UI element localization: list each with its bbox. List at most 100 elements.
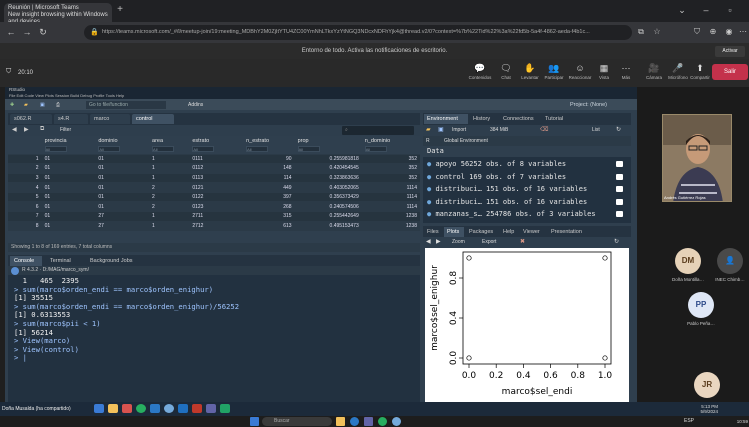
new-tab-icon[interactable]: + (114, 4, 126, 16)
file-explorer-icon[interactable] (336, 417, 345, 426)
env-item[interactable]: ● distribuci… 151 obs. of 16 variables (427, 197, 627, 208)
r-language-selector[interactable]: R (426, 137, 436, 145)
content-button[interactable]: 💬 Contenidos (467, 62, 493, 84)
table-row[interactable]: 2 01 01 1 0112 148 0.420454545 352 (8, 163, 420, 174)
rstudio-icon[interactable] (164, 404, 174, 413)
reload-icon[interactable]: ↻ (37, 26, 49, 38)
table-row[interactable]: 4 01 01 2 0121 449 0.403052065 1114 (8, 182, 420, 193)
edge-icon[interactable] (350, 417, 359, 426)
zoom-button[interactable]: Zoom (452, 238, 478, 247)
system-clock[interactable]: 10:59 (720, 417, 748, 426)
column-filter-input[interactable]: All (192, 146, 215, 153)
participant-avatar[interactable]: JR (694, 372, 720, 398)
participant-avatar[interactable]: DM (675, 248, 701, 274)
column-header[interactable]: prop (294, 136, 362, 146)
project-menu[interactable]: Project: (None) (570, 101, 632, 109)
column-header[interactable]: dominio (95, 136, 150, 146)
windows-start-icon[interactable] (250, 417, 259, 426)
browser-tab-teams[interactable]: Reunión | Microsoft Teams New insight br… (4, 3, 112, 22)
more-icon[interactable]: ⋯ (738, 27, 748, 37)
tab-history[interactable]: History (470, 114, 498, 124)
app-icon[interactable] (122, 404, 132, 413)
file-explorer-icon[interactable] (108, 404, 118, 413)
broom-icon[interactable]: ⌫ (540, 126, 550, 135)
console-output[interactable]: 1 465 2395 > sum(marco$orden_endi == marc… (8, 275, 420, 405)
rstudio-icon[interactable] (392, 417, 401, 426)
column-header[interactable] (8, 136, 42, 146)
column-header[interactable]: area (149, 136, 190, 146)
minimize-icon[interactable]: – (696, 3, 716, 17)
participant-avatar[interactable]: PP (688, 292, 714, 318)
back-icon[interactable]: ◀ (12, 126, 22, 135)
column-header[interactable]: estrato (189, 136, 244, 146)
addins-menu[interactable]: Addins (188, 101, 238, 109)
column-filter-input[interactable]: All (297, 146, 320, 153)
tab-console[interactable]: Console (10, 256, 42, 266)
maximize-icon[interactable]: ▫ (720, 3, 740, 17)
chrome-icon[interactable] (378, 417, 387, 426)
column-filter-input[interactable]: All (44, 146, 67, 153)
tab-files[interactable]: Files (424, 227, 442, 237)
react-button[interactable]: ☺ Reaccionar (567, 62, 593, 84)
tab-s4[interactable]: s4.R (54, 114, 88, 124)
address-bar[interactable]: https://teams.microsoft.com/_#/l/meetup-… (84, 25, 632, 40)
import-dataset-button[interactable]: Import (452, 126, 488, 135)
tab-environment[interactable]: Environment (424, 114, 468, 124)
filter-button[interactable]: Filter (60, 126, 90, 135)
chevron-down-icon[interactable]: ⌄ (672, 3, 692, 17)
save-icon[interactable]: ▣ (40, 101, 50, 109)
goto-file-input[interactable]: Go to file/function (86, 101, 166, 109)
edge-icon[interactable] (150, 404, 160, 413)
tab-tutorial[interactable]: Tutorial (542, 114, 576, 124)
excel-icon[interactable] (220, 404, 230, 413)
tab-s062[interactable]: s062.R (10, 114, 52, 124)
env-item[interactable]: ● control 169 obs. of 7 variables (427, 172, 627, 183)
chat-button[interactable]: 🗨 Chat (493, 62, 519, 84)
back-icon[interactable]: ← (5, 26, 17, 38)
new-file-icon[interactable]: ✚ (10, 101, 20, 109)
view-table-icon[interactable] (616, 161, 623, 167)
forward-icon[interactable]: ▶ (436, 238, 444, 247)
table-row[interactable]: 1 01 01 1 0111 90 0.255981818 352 (8, 154, 420, 165)
tab-terminal[interactable]: Terminal (46, 256, 82, 266)
open-folder-icon[interactable]: ▰ (24, 101, 34, 109)
print-icon[interactable]: ⎙ (56, 101, 66, 109)
language-indicator[interactable]: ESP (684, 417, 700, 426)
tab-marco[interactable]: marco (90, 114, 130, 124)
delete-plot-icon[interactable]: ✖ (520, 238, 528, 247)
column-header[interactable]: provincia (41, 136, 96, 146)
refresh-icon[interactable]: ↻ (616, 126, 626, 135)
memory-usage[interactable]: 384 MiB (490, 126, 530, 135)
view-table-icon[interactable] (616, 211, 623, 217)
forward-icon[interactable]: → (21, 26, 33, 38)
profile-icon[interactable]: ◉ (724, 27, 734, 37)
save-icon[interactable]: ▣ (438, 126, 448, 135)
export-button[interactable]: Export (482, 238, 516, 247)
table-row[interactable]: 3 01 01 1 0113 114 0.323863636 352 (8, 173, 420, 184)
pdf-icon[interactable] (192, 404, 202, 413)
share-button[interactable]: ⬆ Compartir (687, 62, 713, 84)
column-header[interactable]: n_estrato (243, 136, 295, 146)
column-filter-input[interactable]: All (98, 146, 121, 153)
windows-search-box[interactable]: Buscar (262, 417, 332, 426)
refresh-icon[interactable]: ↻ (614, 238, 624, 247)
global-environment-selector[interactable]: Global Environment (444, 137, 524, 145)
column-filter-input[interactable]: All (364, 146, 387, 153)
presenter-video[interactable] (662, 114, 732, 202)
leave-button[interactable]: Salir (712, 64, 748, 80)
chrome-icon[interactable] (136, 404, 146, 413)
tab-control[interactable]: control (132, 114, 174, 124)
word-icon[interactable] (178, 404, 188, 413)
activate-notifications-button[interactable]: Activar (715, 46, 745, 57)
list-view-button[interactable]: List (592, 126, 612, 135)
env-item[interactable]: ● apoyo 56252 obs. of 8 variables (427, 159, 627, 170)
shield-icon[interactable]: ⛉ (692, 27, 702, 37)
person-icon[interactable]: 👤 (717, 248, 743, 274)
column-header[interactable]: n_dominio (361, 136, 420, 146)
table-row[interactable]: 6 01 01 2 0123 268 0.240574506 1114 (8, 201, 420, 213)
tab-help[interactable]: Help (500, 227, 518, 237)
popout-icon[interactable]: ⧉ (40, 126, 50, 135)
table-row[interactable]: 8 01 27 1 2712 613 0.495153473 1238 (8, 221, 420, 232)
table-row[interactable]: 7 01 27 1 2711 315 0.255442649 1238 (8, 211, 420, 222)
teams-icon[interactable] (364, 417, 373, 426)
